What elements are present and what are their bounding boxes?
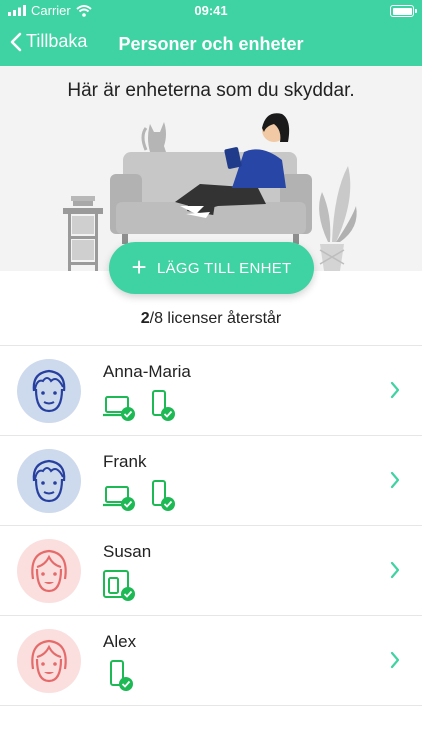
licenses-used: 2 <box>140 310 150 327</box>
battery-icon <box>390 5 417 17</box>
page-title: Personer och enheter <box>118 34 304 54</box>
hero-title: Här är enheterna som du skyddar. <box>67 80 355 101</box>
phone-icon <box>152 480 175 511</box>
people-list: Anna-Maria Frank Susan Alex <box>0 345 422 706</box>
female-avatar-icon <box>17 629 81 693</box>
chevron-right-icon <box>390 651 400 669</box>
phone-icon <box>152 390 175 421</box>
male-avatar-icon <box>17 449 81 513</box>
device-list <box>102 480 178 512</box>
phone-icon <box>110 660 133 691</box>
person-name: Frank <box>103 452 147 471</box>
person-name: Susan <box>103 542 152 561</box>
laptop-icon <box>103 486 135 511</box>
male-avatar-icon <box>17 359 81 423</box>
plus-icon: + <box>131 251 147 282</box>
laptop-icon <box>103 396 135 421</box>
chevron-right-icon <box>390 471 400 489</box>
clock: 09:41 <box>194 3 228 18</box>
person-row-frank[interactable]: Frank <box>0 436 422 526</box>
licenses-text: /8 licenser återstår <box>149 310 282 327</box>
add-device-button[interactable]: + LÄGG TILL ENHET <box>109 242 314 294</box>
device-list <box>102 390 178 422</box>
add-device-label: LÄGG TILL ENHET <box>156 259 292 277</box>
person-row-anna-maria[interactable]: Anna-Maria <box>0 346 422 436</box>
person-row-susan[interactable]: Susan <box>0 526 422 616</box>
person-name: Alex <box>103 632 137 651</box>
app-header: Carrier 09:41 Tillbaka Personer och enhe… <box>0 0 422 66</box>
chevron-right-icon <box>390 381 400 399</box>
hero-illustration: Här är enheterna som du skyddar. <box>0 66 422 271</box>
female-avatar-icon <box>17 539 81 603</box>
device-list <box>102 570 138 602</box>
navigation-bar: Tillbaka Personer och enheter <box>0 26 422 62</box>
status-bar: Carrier 09:41 <box>0 0 422 22</box>
person-name: Anna-Maria <box>103 362 191 381</box>
chevron-right-icon <box>390 561 400 579</box>
person-row-alex[interactable]: Alex <box>0 616 422 706</box>
licenses-remaining: 2/8 licenser återstår <box>0 310 422 328</box>
device-list <box>108 660 136 692</box>
multi-device-icon <box>103 570 135 601</box>
